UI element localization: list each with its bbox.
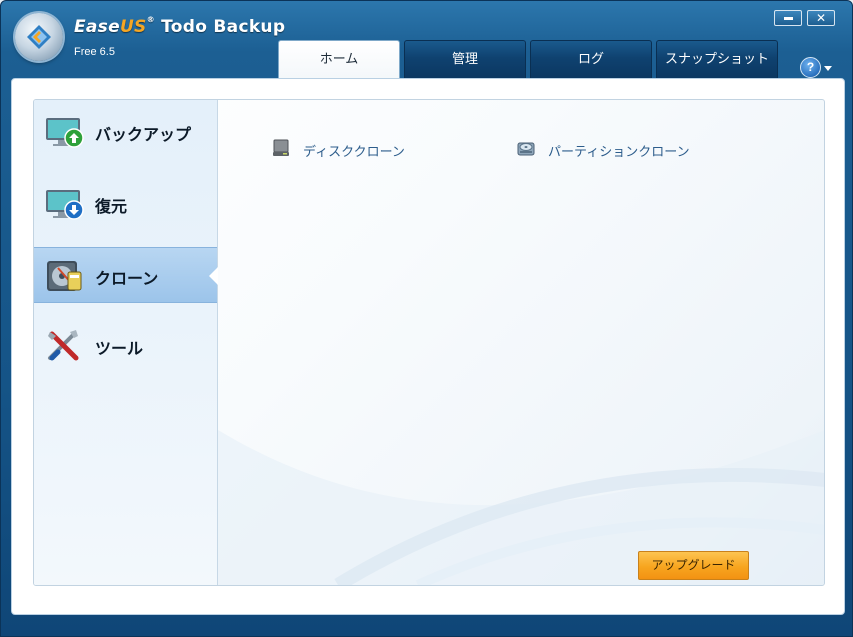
product-name: Todo Backup <box>154 17 286 37</box>
app-window: EaseUS® Todo Backup Free 6.5 ✕ ホーム 管理 ログ… <box>0 0 853 637</box>
backup-monitor-icon <box>46 118 84 148</box>
sidebar-item-tools[interactable]: ツール <box>34 318 217 374</box>
registered-mark: ® <box>146 15 155 24</box>
minimize-button[interactable] <box>774 10 802 26</box>
tab-home[interactable]: ホーム <box>278 40 400 80</box>
brand-ease-text: Ease <box>74 17 120 37</box>
background-swoosh <box>218 430 824 585</box>
app-title: EaseUS® Todo Backup <box>74 15 286 37</box>
tab-log[interactable]: ログ <box>530 40 652 78</box>
content-area: バックアップ 復元 クローン ツール ディスククローン パーティションクローン … <box>11 78 845 615</box>
sidebar-item-backup[interactable]: バックアップ <box>34 104 217 160</box>
brand-us-text: US <box>119 17 147 37</box>
clone-disk-icon <box>47 261 82 291</box>
tab-manage[interactable]: 管理 <box>404 40 526 78</box>
tab-snapshot[interactable]: スナップショット <box>656 40 778 78</box>
active-pointer-icon <box>209 267 218 285</box>
clone-panel: バックアップ 復元 クローン ツール ディスククローン パーティションクローン … <box>33 99 825 586</box>
close-icon: ✕ <box>815 11 827 25</box>
partition-clone-label: パーティションクローン <box>548 145 690 160</box>
sidebar-item-clone[interactable]: クローン <box>34 247 218 303</box>
sidebar: バックアップ 復元 クローン ツール <box>34 100 218 585</box>
sidebar-item-label: 復元 <box>95 197 128 216</box>
app-version: Free 6.5 <box>74 46 115 58</box>
help-button[interactable]: ? <box>800 57 821 78</box>
sidebar-item-label: ツール <box>95 339 144 358</box>
close-button[interactable]: ✕ <box>807 10 835 26</box>
hard-disk-icon <box>273 139 289 156</box>
disk-clone-label: ディスククローン <box>303 145 405 160</box>
partition-disk-icon <box>517 142 535 156</box>
sidebar-item-restore[interactable]: 復元 <box>34 176 217 232</box>
sidebar-item-label: クローン <box>95 269 159 288</box>
help-dropdown-chevron-icon[interactable] <box>824 66 832 71</box>
easeus-logo-icon <box>15 13 63 61</box>
sidebar-item-label: バックアップ <box>95 125 192 144</box>
title-bar: EaseUS® Todo Backup Free 6.5 ✕ ホーム 管理 ログ… <box>1 1 852 80</box>
upgrade-button[interactable]: アップグレード <box>638 551 749 580</box>
minimize-icon <box>783 17 793 20</box>
tools-icon <box>48 330 79 361</box>
restore-monitor-icon <box>46 190 84 220</box>
